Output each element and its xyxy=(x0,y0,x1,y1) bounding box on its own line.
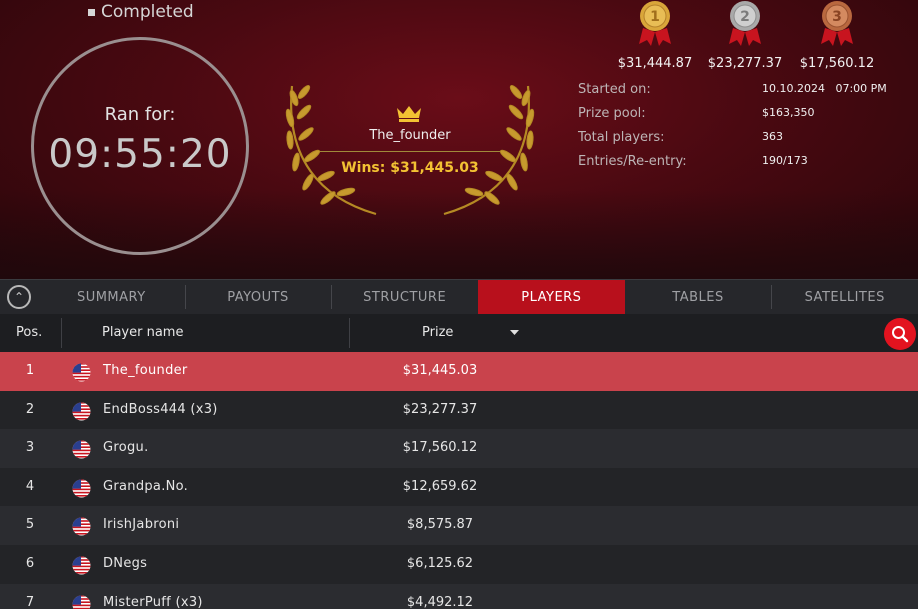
tab-tables[interactable]: TABLES xyxy=(625,280,772,314)
player-position: 7 xyxy=(25,594,35,609)
player-prize: $31,445.03 xyxy=(402,363,478,378)
player-name: IrishJabroni xyxy=(103,517,180,533)
entries-label: Entries/Re-entry: xyxy=(578,154,687,169)
info-row-entries: Entries/Re-entry: 190/173 xyxy=(578,154,898,178)
player-prize: $23,277.37 xyxy=(402,401,478,417)
run-time-label: Ran for: xyxy=(104,104,176,125)
collapse-header-button[interactable]: ⌃ xyxy=(0,280,38,314)
table-row[interactable]: 4 Grandpa.No. $12,659.62 xyxy=(0,467,918,507)
info-row-prize-pool: Prize pool: $163,350 xyxy=(578,106,898,130)
gold-medal: 1 $31,444.87 xyxy=(610,0,700,71)
bronze-medal: 3 $17,560.12 xyxy=(792,0,882,71)
crown-icon xyxy=(397,106,421,122)
table-row[interactable]: 3 Grogu. $17,560.12 xyxy=(0,429,918,468)
column-divider xyxy=(61,318,62,348)
us-flag-icon xyxy=(72,402,91,421)
table-row[interactable]: 1 The_founder $31,445.03 xyxy=(0,352,918,391)
player-name: MisterPuff (x3) xyxy=(103,594,203,609)
players-table-header: Pos. Player name Prize xyxy=(0,314,918,352)
us-flag-icon xyxy=(72,363,91,382)
bronze-medal-icon: 3 xyxy=(821,1,853,46)
column-player-name[interactable]: Player name xyxy=(102,325,183,340)
lobby-tabs: ⌃ SUMMARY PAYOUTS STRUCTURE PLAYERS TABL… xyxy=(0,279,918,314)
svg-text:1: 1 xyxy=(650,9,660,25)
player-prize: $6,125.62 xyxy=(406,555,474,571)
tab-summary[interactable]: SUMMARY xyxy=(38,280,185,314)
started-on-value: 10.10.2024 07:00 PM xyxy=(762,82,887,95)
player-name: Grandpa.No. xyxy=(103,478,189,494)
tournament-status: Completed xyxy=(88,2,194,22)
laurel-wreath-icon xyxy=(285,85,535,216)
player-name: Grogu. xyxy=(103,440,149,456)
status-bullet-icon xyxy=(88,8,95,16)
search-icon xyxy=(892,326,909,343)
sort-descending-icon[interactable] xyxy=(510,330,519,336)
player-position: 3 xyxy=(25,440,35,456)
us-flag-icon xyxy=(72,479,91,498)
us-flag-icon xyxy=(72,556,91,575)
tab-payouts[interactable]: PAYOUTS xyxy=(184,280,332,314)
first-place-prize: $31,444.87 xyxy=(617,56,693,71)
total-players-label: Total players: xyxy=(578,130,665,145)
player-name: EndBoss444 (x3) xyxy=(103,401,218,417)
us-flag-icon xyxy=(72,517,91,536)
prize-pool-label: Prize pool: xyxy=(578,106,646,121)
entries-value: 190/173 xyxy=(762,154,808,167)
chevron-up-icon: ⌃ xyxy=(7,285,31,309)
player-position: 2 xyxy=(25,401,35,417)
column-divider xyxy=(349,318,350,348)
started-on-label: Started on: xyxy=(578,82,651,97)
player-prize: $8,575.87 xyxy=(406,517,474,533)
player-position: 4 xyxy=(25,478,35,494)
third-place-prize: $17,560.12 xyxy=(799,56,875,71)
table-row[interactable]: 5 IrishJabroni $8,575.87 xyxy=(0,506,918,545)
info-row-total-players: Total players: 363 xyxy=(578,130,898,154)
player-position: 5 xyxy=(25,517,35,533)
players-table-body: 1 The_founder $31,445.03 2 EndBoss444 (x3)… xyxy=(0,352,918,609)
player-position: 6 xyxy=(25,555,35,571)
column-pos[interactable]: Pos. xyxy=(16,325,42,340)
silver-medal-icon: 2 xyxy=(729,1,761,46)
run-time-value: 09:55:20 xyxy=(48,132,232,177)
winner-divider xyxy=(320,151,500,152)
silver-medal: 2 $23,277.37 xyxy=(700,0,790,71)
player-prize: $4,492.12 xyxy=(406,594,474,609)
tab-structure[interactable]: STRUCTURE xyxy=(331,280,478,314)
player-prize: $17,560.12 xyxy=(402,440,478,456)
search-player-button[interactable] xyxy=(884,318,916,350)
table-row[interactable]: 6 DNegs $6,125.62 xyxy=(0,544,918,584)
tournament-info: Started on: 10.10.2024 07:00 PM Prize po… xyxy=(578,82,898,178)
second-place-prize: $23,277.37 xyxy=(707,56,783,71)
player-name: DNegs xyxy=(103,555,148,571)
table-row[interactable]: 7 MisterPuff (x3) $4,492.12 xyxy=(0,583,918,609)
tab-satellites[interactable]: SATELLITES xyxy=(771,280,918,314)
tab-players[interactable]: PLAYERS xyxy=(478,280,625,314)
svg-text:2: 2 xyxy=(740,9,750,25)
run-time-clock: Ran for: 09:55:20 xyxy=(31,37,249,255)
player-prize: $12,659.62 xyxy=(402,478,478,494)
info-row-started: Started on: 10.10.2024 07:00 PM xyxy=(578,82,898,106)
us-flag-icon xyxy=(72,595,91,609)
winner-winnings: Wins: $31,445.03 xyxy=(341,160,479,176)
table-row[interactable]: 2 EndBoss444 (x3) $23,277.37 xyxy=(0,390,918,430)
tournament-summary-header: Completed Ran for: 09:55:20 The_founder … xyxy=(0,0,918,280)
column-prize[interactable]: Prize xyxy=(422,325,453,340)
player-position: 1 xyxy=(25,363,35,378)
prize-pool-value: $163,350 xyxy=(762,106,815,119)
us-flag-icon xyxy=(72,440,91,459)
gold-medal-icon: 1 xyxy=(639,1,671,46)
status-text: Completed xyxy=(101,2,194,22)
winner-card: The_founder Wins: $31,445.03 xyxy=(280,78,540,218)
total-players-value: 363 xyxy=(762,130,783,143)
svg-text:3: 3 xyxy=(832,9,842,25)
player-name: The_founder xyxy=(103,363,188,378)
winner-name: The_founder xyxy=(369,128,451,143)
top-three-medals: 1 $31,444.87 2 $23,277.37 3 $17,560.12 xyxy=(610,0,900,75)
